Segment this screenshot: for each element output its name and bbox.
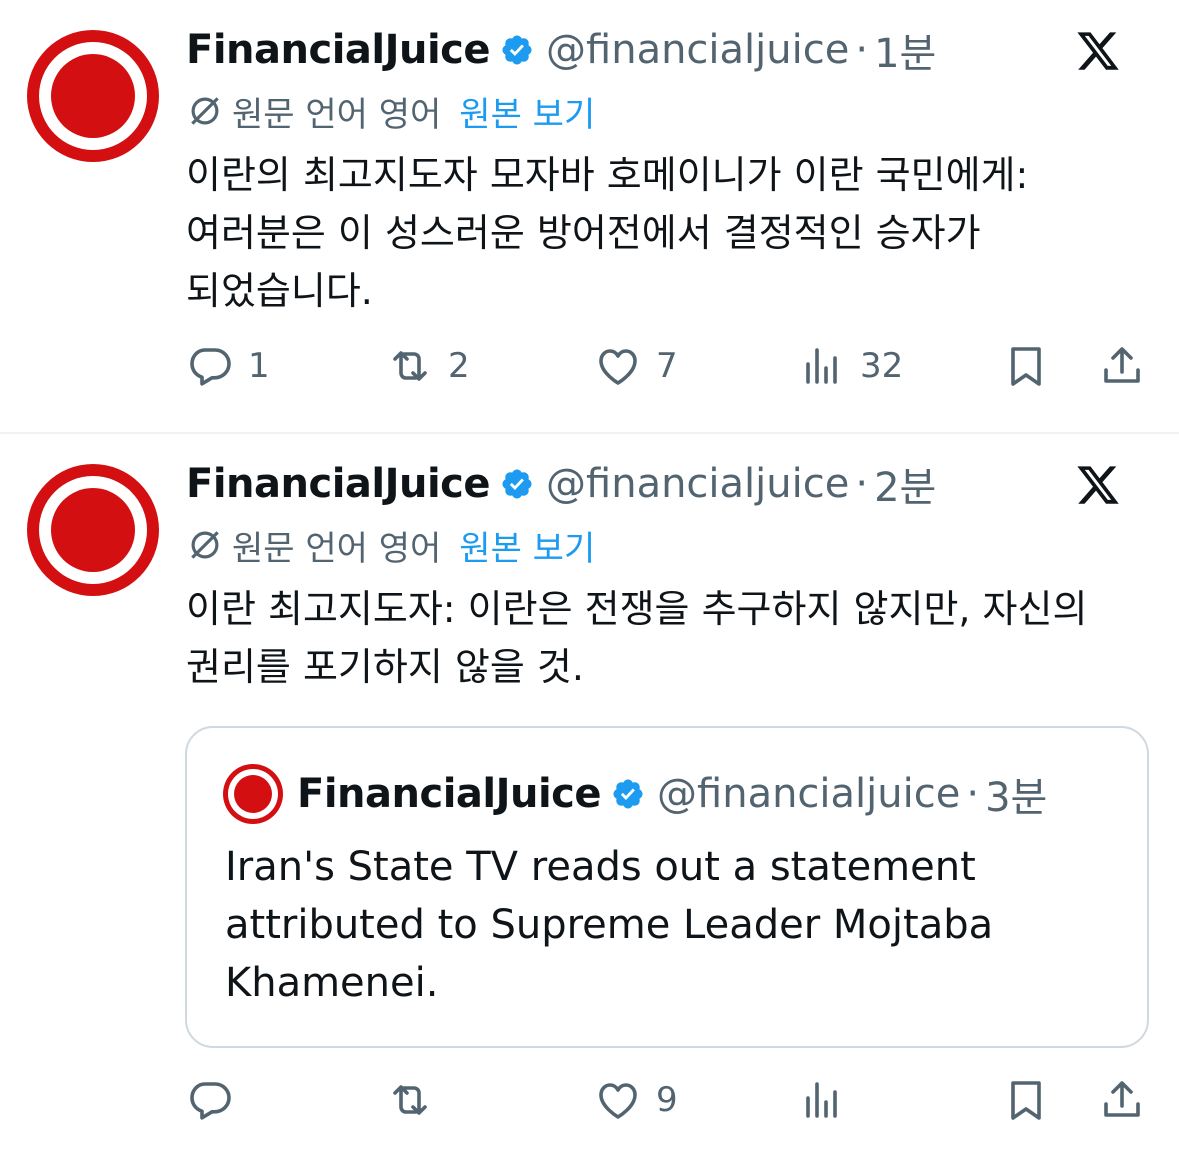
- bookmark-button[interactable]: [1002, 336, 1050, 396]
- repost-icon: [393, 1085, 427, 1115]
- reply-button[interactable]: [186, 1070, 248, 1130]
- share-button[interactable]: [1098, 336, 1146, 396]
- separator-dot: ·: [855, 461, 869, 507]
- tweet-text: 이란 최고지도자: 이란은 전쟁을 추구하지 않지만, 자신의 권리를 포기하지…: [186, 587, 1088, 689]
- show-original-link[interactable]: 원본 보기: [459, 521, 595, 570]
- x-logo-icon: [1077, 32, 1119, 70]
- bookmark-icon: [1011, 347, 1041, 386]
- separator-dot: ·: [855, 27, 869, 73]
- bookmark-icon: [1011, 1081, 1041, 1120]
- translation-label: 원문 언어 영어: [232, 94, 442, 135]
- quoted-tweet-text: Iran's State TV reads out a statement at…: [225, 844, 994, 1006]
- like-button[interactable]: 7: [594, 336, 678, 396]
- views-button[interactable]: [798, 1070, 860, 1130]
- like-count: 7: [656, 346, 678, 386]
- avatar[interactable]: [27, 30, 159, 162]
- author-handle[interactable]: @financialjuice: [546, 461, 849, 507]
- translation-bar: 원문 언어 영어 원본 보기: [186, 520, 595, 570]
- share-icon: [1104, 1081, 1140, 1117]
- like-count: 9: [656, 1080, 678, 1120]
- separator-dot: ·: [966, 771, 980, 817]
- author-handle[interactable]: @financialjuice: [546, 27, 849, 73]
- avatar[interactable]: [27, 464, 159, 596]
- show-original-link[interactable]: 원본 보기: [459, 87, 595, 136]
- like-button[interactable]: 9: [594, 1070, 678, 1130]
- translation-bar: 원문 언어 영어 원본 보기: [186, 86, 595, 136]
- repost-icon: [393, 351, 427, 381]
- verified-badge-icon: [613, 779, 643, 809]
- quoted-author-name: FinancialJuice: [297, 771, 602, 817]
- author-name[interactable]: FinancialJuice: [186, 461, 491, 507]
- translate-icon: [191, 97, 219, 125]
- timestamp[interactable]: 1분: [874, 21, 936, 79]
- translate-icon: [191, 531, 219, 559]
- reply-icon: [190, 348, 231, 386]
- tweet-header: FinancialJuice @financialjuice · 2분: [186, 455, 936, 513]
- quoted-header: FinancialJuice @financialjuice · 3분: [297, 768, 1048, 821]
- verified-badge-icon: [502, 35, 532, 65]
- quoted-tweet[interactable]: FinancialJuice @financialjuice · 3분 Iran…: [185, 726, 1149, 1048]
- share-button[interactable]: [1098, 1070, 1146, 1130]
- timestamp[interactable]: 2분: [874, 455, 936, 513]
- like-icon: [599, 349, 637, 385]
- reply-button[interactable]: 1: [186, 336, 270, 396]
- views-icon: [806, 348, 837, 384]
- author-name[interactable]: FinancialJuice: [186, 27, 491, 73]
- translation-label: 원문 언어 영어: [232, 528, 442, 569]
- repost-button[interactable]: [386, 1070, 448, 1130]
- verified-badge-icon: [502, 469, 532, 499]
- bookmark-button[interactable]: [1002, 1070, 1050, 1130]
- tweet[interactable]: FinancialJuice @financialjuice · 2분 원문 언…: [0, 434, 1179, 1164]
- repost-count: 2: [448, 346, 470, 386]
- tweet[interactable]: FinancialJuice @financialjuice · 1분 원문 언…: [0, 0, 1179, 433]
- action-bar: 9: [186, 1070, 1146, 1130]
- x-logo-icon: [1077, 466, 1119, 504]
- quoted-timestamp: 3분: [985, 775, 1048, 821]
- reply-count: 1: [248, 346, 270, 386]
- tweet-header: FinancialJuice @financialjuice · 1분: [186, 21, 936, 79]
- view-count: 32: [860, 346, 904, 386]
- quoted-author-handle: @financialjuice: [657, 771, 961, 817]
- quoted-avatar: [223, 764, 283, 824]
- share-icon: [1104, 347, 1140, 383]
- views-icon: [806, 1082, 837, 1118]
- like-icon: [599, 1083, 637, 1119]
- repost-button[interactable]: 2: [386, 336, 470, 396]
- tweet-text: 이란의 최고지도자 모자바 호메이니가 이란 국민에게: 여러분은 이 성스러운…: [186, 153, 1029, 313]
- reply-icon: [190, 1082, 231, 1120]
- action-bar: 1 2 7 32: [186, 336, 1146, 396]
- views-button[interactable]: 32: [798, 336, 903, 396]
